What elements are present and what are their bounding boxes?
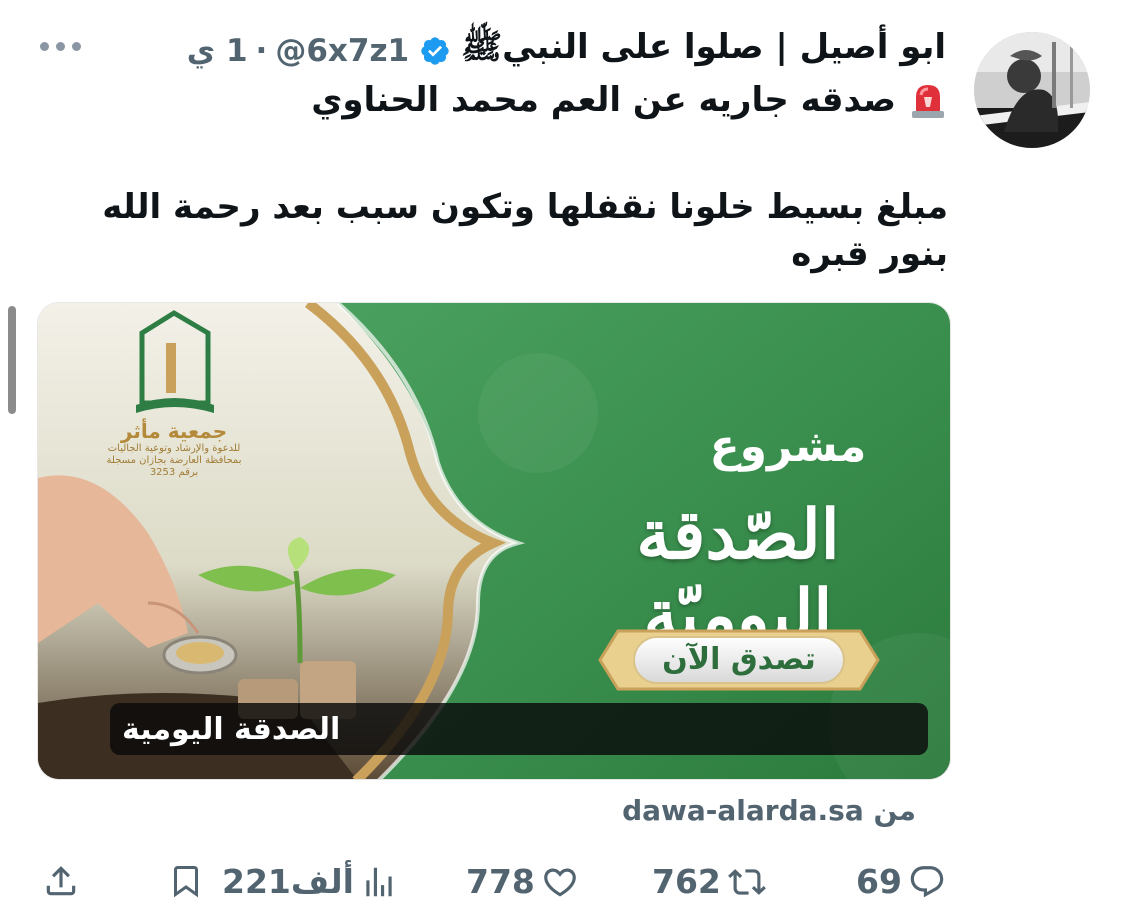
post-body: مبلغ بسيط خلونا نقفلها وتكون سبب بعد رحم… <box>102 187 948 274</box>
share-icon <box>46 866 76 896</box>
repost-icon <box>727 868 766 895</box>
author-handle[interactable]: @6x7z1 <box>275 33 409 69</box>
tweet-page: ابو أصيل | صلوا على النبيﷺ @6x7z1 · 1 ي … <box>0 0 1124 924</box>
repost-count: 762 <box>652 862 721 901</box>
org-subtitle: للدعوة والإرشاد وتوعية الجاليات بمحافظة … <box>106 443 242 478</box>
avatar[interactable] <box>974 32 1090 148</box>
card-caption: الصدقة اليومية <box>110 703 928 755</box>
bookmark-button[interactable] <box>168 862 204 900</box>
repost-button[interactable]: 762 <box>652 862 767 901</box>
views-icon <box>366 867 392 896</box>
share-button[interactable] <box>42 862 80 900</box>
siren-emoji-icon <box>912 85 944 118</box>
post-header: ابو أصيل | صلوا على النبيﷺ @6x7z1 · 1 ي <box>187 26 946 75</box>
reply-count: 69 <box>856 862 902 901</box>
bookmark-icon <box>174 866 198 898</box>
post-subline-text: صدقه جاريه عن العم محمد الحناوي <box>311 80 896 120</box>
more-icon[interactable] <box>40 42 81 51</box>
link-card[interactable]: جمعية مأثر للدعوة والإرشاد وتوعية الجالي… <box>37 302 951 780</box>
card-caption-text: الصدقة اليومية <box>122 711 341 747</box>
scrollbar[interactable] <box>8 306 16 414</box>
post-subline: صدقه جاريه عن العم محمد الحناوي <box>311 80 946 120</box>
like-count: 778 <box>466 862 535 901</box>
separator-dot: · <box>255 32 268 69</box>
project-label: مشروع <box>709 421 867 472</box>
link-source[interactable]: من dawa-alarda.sa <box>622 794 916 827</box>
views-button[interactable]: 221ألف <box>222 862 398 901</box>
org-name: جمعية مأثر <box>120 419 228 443</box>
heart-icon <box>544 868 576 897</box>
action-bar: 69 762 778 221ألف <box>0 850 1124 914</box>
donate-button[interactable]: تصدق الآن <box>636 639 842 681</box>
reply-button[interactable]: 69 <box>856 862 946 901</box>
verified-badge-icon <box>421 36 449 65</box>
views-count: 221ألف <box>222 862 354 901</box>
post-time[interactable]: 1 ي <box>187 33 248 69</box>
reply-icon <box>910 865 944 897</box>
author-name[interactable]: ابو أصيل | صلوا على النبيﷺ <box>461 26 946 75</box>
like-button[interactable]: 778 <box>466 862 579 901</box>
